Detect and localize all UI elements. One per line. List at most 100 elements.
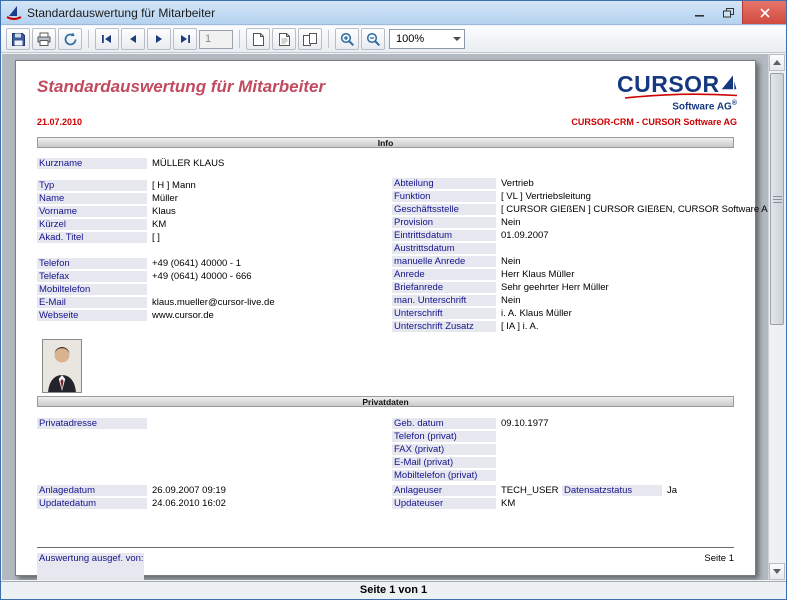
last-page-icon <box>179 34 191 44</box>
prev-page-button[interactable] <box>121 28 145 50</box>
field-value: 09.10.1977 <box>496 418 549 429</box>
zoom-out-button[interactable] <box>361 28 385 50</box>
first-page-button[interactable] <box>95 28 119 50</box>
field-label: Datensatzstatus <box>562 485 662 496</box>
field-label: Anrede <box>392 269 496 280</box>
field-value <box>496 444 501 455</box>
field-label: E-Mail <box>37 297 147 308</box>
meta-right-column: AnlageuserTECH_USER UpdateuserKM <box>392 485 559 511</box>
report-date: 21.07.2010 <box>37 117 82 127</box>
field-value: [ VL ] Vertriebsleitung <box>496 191 591 202</box>
field-label: Updateuser <box>392 498 496 509</box>
field-row: Mobiltelefon <box>37 284 275 295</box>
separator <box>88 30 89 48</box>
org-name: CURSOR-CRM - CURSOR Software AG <box>571 117 737 127</box>
refresh-icon <box>63 32 78 47</box>
zoom-in-icon <box>340 32 355 47</box>
field-value: TECH_USER <box>496 485 559 496</box>
page-number-input[interactable] <box>199 30 233 49</box>
chevron-down-icon[interactable] <box>449 30 464 48</box>
multi-page-view-button[interactable] <box>298 28 322 50</box>
titlebar: Standardauswertung für Mitarbeiter <box>1 1 786 25</box>
prev-page-icon <box>128 34 138 44</box>
zoom-in-button[interactable] <box>335 28 359 50</box>
save-icon <box>11 32 26 47</box>
footer-row: Auswertung ausgef. von: KM <box>37 553 144 564</box>
field-value: Vertrieb <box>496 178 534 189</box>
field-row: Mobiltelefon (privat) <box>392 470 549 481</box>
field-label: Telefon <box>37 258 147 269</box>
next-page-icon <box>154 34 164 44</box>
cursor-logo: CURSOR Software AG® <box>617 72 737 112</box>
last-page-button[interactable] <box>173 28 197 50</box>
record-status-field: DatensatzstatusJa <box>562 485 677 498</box>
field-value: Müller <box>147 193 178 204</box>
field-label: Unterschrift Zusatz <box>392 321 496 332</box>
preview-area: Standardauswertung für Mitarbeiter 21.07… <box>2 54 785 580</box>
field-value: 26.09.2007 09:19 <box>147 485 226 496</box>
field-value <box>147 418 152 429</box>
logo-text: CURSOR <box>617 72 720 96</box>
restore-button[interactable] <box>714 1 742 24</box>
fit-page-view-button[interactable] <box>272 28 296 50</box>
field-value: KM <box>147 219 166 230</box>
field-row: KürzelKM <box>37 219 275 230</box>
scrollbar-thumb[interactable] <box>770 73 784 325</box>
field-row: Webseitewww.cursor.de <box>37 310 275 321</box>
field-label: Vorname <box>37 206 147 217</box>
print-button[interactable] <box>32 28 56 50</box>
field-value: Ja <box>662 485 677 496</box>
footer-label: Auswertung ausgef. von: <box>37 553 144 580</box>
field-row: Telefon+49 (0641) 40000 - 1 <box>37 258 275 269</box>
report-page: Standardauswertung für Mitarbeiter 21.07… <box>15 60 756 576</box>
field-value: [ IA ] i. A. <box>496 321 539 332</box>
field-label: E-Mail (privat) <box>392 457 496 468</box>
field-row: BriefanredeSehr geehrter Herr Müller <box>392 282 775 293</box>
field-row: Eintrittsdatum01.09.2007 <box>392 230 775 241</box>
print-icon <box>36 32 52 47</box>
single-page-view-button[interactable] <box>246 28 270 50</box>
separator <box>328 30 329 48</box>
field-value: KM <box>496 498 515 509</box>
field-row: Telefax+49 (0641) 40000 - 666 <box>37 271 275 282</box>
single-page-icon <box>252 32 265 47</box>
field-row: Typ[ H ] Mann <box>37 180 275 191</box>
privat-left-column: Privatadresse <box>37 418 152 431</box>
app-window: Standardauswertung für Mitarbeiter <box>0 0 787 600</box>
scrollbar-down-button[interactable] <box>769 563 785 580</box>
minimize-button[interactable] <box>686 1 714 24</box>
close-button[interactable] <box>742 1 786 24</box>
save-button[interactable] <box>6 28 30 50</box>
field-label: FAX (privat) <box>392 444 496 455</box>
field-label: Updatedatum <box>37 498 147 509</box>
field-value <box>496 457 501 468</box>
field-label: Webseite <box>37 310 147 321</box>
field-label: Geb. datum <box>392 418 496 429</box>
field-value: +49 (0641) 40000 - 1 <box>147 258 241 269</box>
footer-page-number: Seite 1 <box>704 553 734 564</box>
field-label: Mobiltelefon <box>37 284 147 295</box>
refresh-button[interactable] <box>58 28 82 50</box>
field-label: Anlagedatum <box>37 485 147 496</box>
scrollbar-up-button[interactable] <box>769 54 785 71</box>
field-value: Nein <box>496 295 521 306</box>
field-value: www.cursor.de <box>147 310 214 321</box>
field-label: Geschäftsstelle <box>392 204 496 215</box>
section-header-info: Info <box>37 137 734 148</box>
field-label: Telefon (privat) <box>392 431 496 442</box>
field-row: Privatadresse <box>37 418 152 429</box>
multi-page-icon <box>302 32 318 47</box>
field-value: MÜLLER KLAUS <box>147 158 224 169</box>
next-page-button[interactable] <box>147 28 171 50</box>
zoom-level-select[interactable]: 100% <box>389 29 465 49</box>
meta-left-column: Anlagedatum26.09.2007 09:19 Updatedatum2… <box>37 485 226 511</box>
logo-subtitle: Software AG® <box>617 100 737 112</box>
field-row: manuelle AnredeNein <box>392 256 775 267</box>
field-value: klaus.mueller@cursor-live.de <box>147 297 275 308</box>
field-value: +49 (0641) 40000 - 666 <box>147 271 252 282</box>
field-label: Unterschrift <box>392 308 496 319</box>
field-row: Funktion[ VL ] Vertriebsleitung <box>392 191 775 202</box>
field-label: Briefanrede <box>392 282 496 293</box>
field-label: Anlageuser <box>392 485 496 496</box>
field-row: FAX (privat) <box>392 444 549 455</box>
